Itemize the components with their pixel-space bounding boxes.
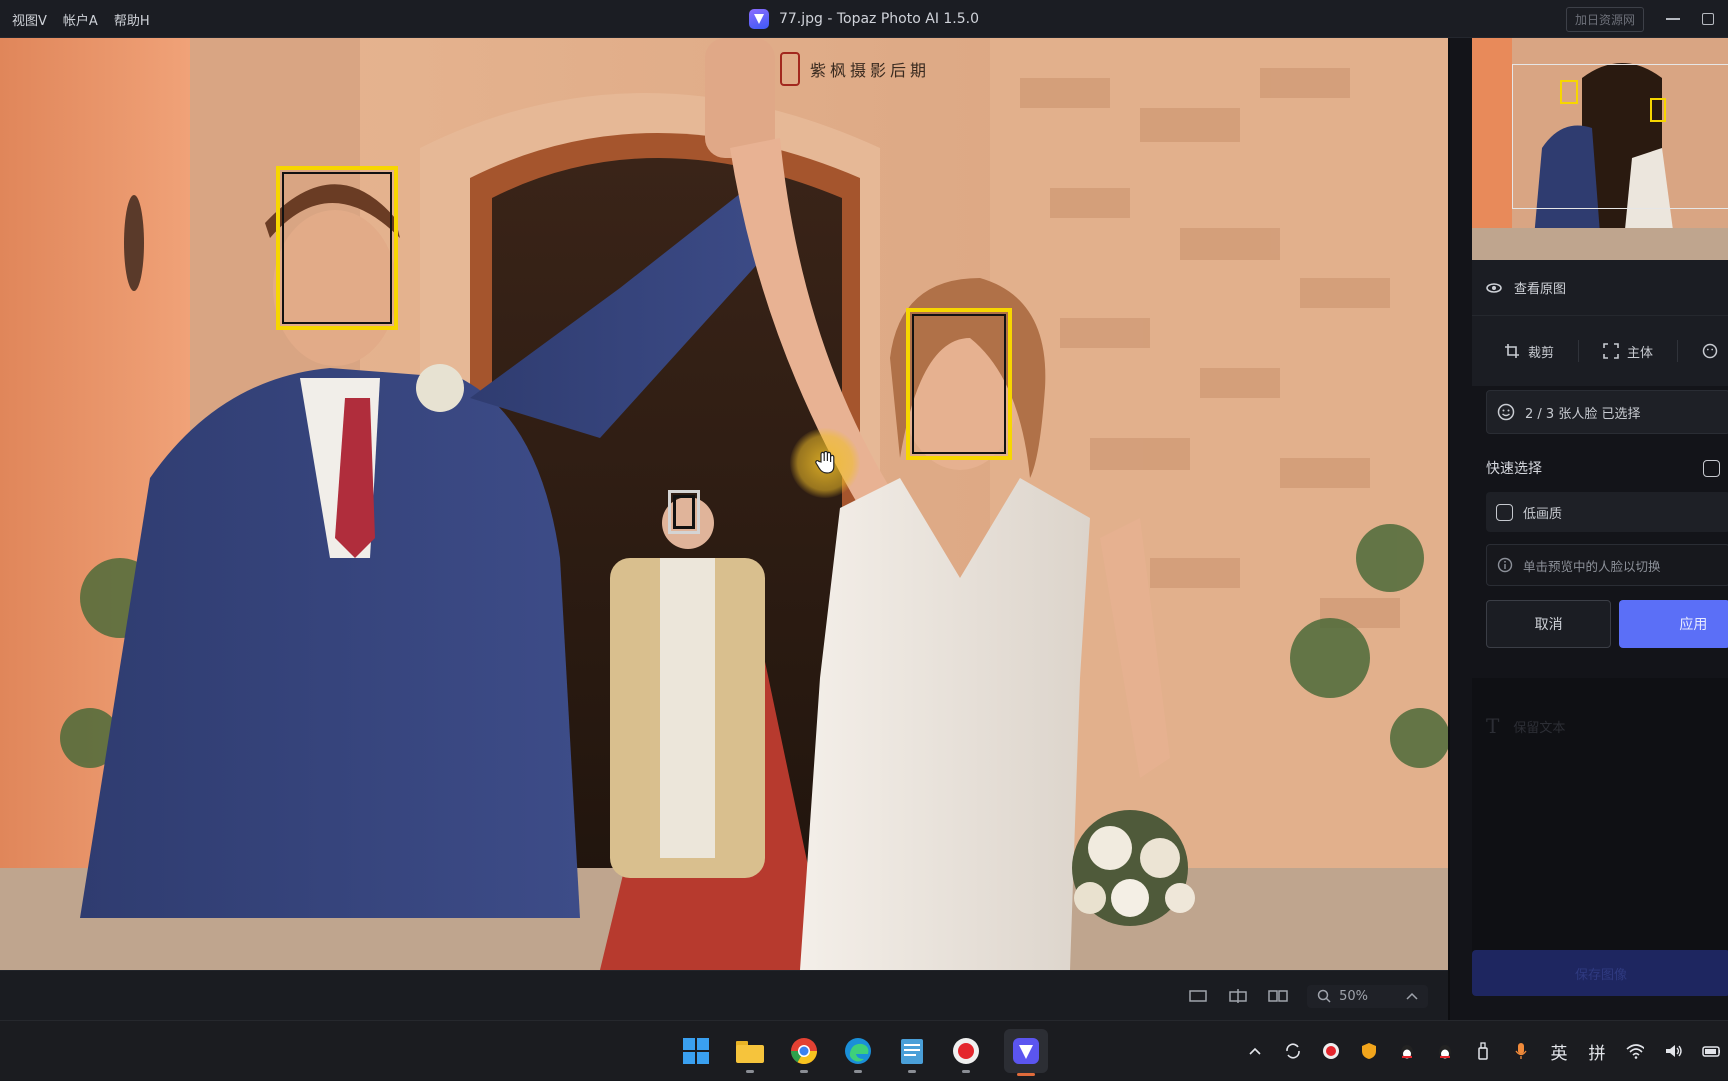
low-quality-label: 低画质	[1523, 506, 1563, 522]
zoom-control[interactable]: 50%	[1307, 984, 1428, 1008]
active-indicator	[1017, 1073, 1035, 1076]
running-indicator	[800, 1070, 808, 1073]
topaz-logo-icon	[748, 9, 769, 29]
preserve-text-option[interactable]: T 保留文本	[1486, 714, 1565, 738]
tab-crop[interactable]: 裁剪	[1498, 336, 1560, 367]
subject-frame-icon	[1603, 343, 1619, 359]
text-icon: T	[1486, 714, 1500, 738]
edge-icon[interactable]	[842, 1035, 874, 1073]
zoom-icon	[1317, 989, 1331, 1003]
minimize-icon[interactable]	[1666, 18, 1680, 20]
crop-icon	[1505, 344, 1519, 358]
chevron-up-icon[interactable]	[1246, 1042, 1264, 1060]
face-icon	[1702, 343, 1718, 359]
right-panel: 查看原图 裁剪 主体 2 / 3 张人脸 已选择 快速选择 低画质 单击预览中的…	[1448, 38, 1728, 1020]
shield-icon[interactable]	[1360, 1042, 1378, 1060]
save-image-button[interactable]: 保存图像	[1472, 950, 1728, 996]
system-tray: 英 拼	[1246, 1021, 1720, 1081]
quick-select-row: 快速选择	[1472, 438, 1728, 498]
running-indicator	[746, 1070, 754, 1073]
tab-subject-label: 主体	[1627, 345, 1654, 361]
face-selection-count: 2 / 3 张人脸 已选择	[1486, 390, 1728, 434]
apply-button[interactable]: 应用	[1619, 600, 1728, 648]
start-menu-icon[interactable]	[680, 1035, 712, 1067]
menu-help[interactable]: 帮助H	[114, 10, 150, 29]
info-icon	[1497, 557, 1513, 573]
seal-stamp-icon	[780, 52, 800, 86]
menu-bar: 视图V 帐户A 帮助H	[12, 0, 150, 38]
menu-account[interactable]: 帐户A	[63, 10, 98, 29]
title-bar: 视图V 帐户A 帮助H 77.jpg - Topaz Photo AI 1.5.…	[0, 0, 1728, 38]
usb-drive-icon[interactable]	[1474, 1042, 1492, 1060]
navigator-viewport[interactable]	[1512, 64, 1728, 209]
menu-view[interactable]: 视图V	[12, 10, 47, 29]
tab-face[interactable]	[1696, 337, 1724, 365]
face-box-bride[interactable]	[906, 308, 1012, 460]
photo-watermark-text: 紫枫摄影后期	[810, 61, 931, 80]
hand-cursor-icon	[790, 428, 860, 498]
running-indicator	[908, 1070, 916, 1073]
preview-canvas[interactable]: 紫枫摄影后期	[0, 38, 1448, 970]
quick-select-checkbox[interactable]	[1703, 459, 1720, 477]
wedding-photo	[0, 38, 1448, 970]
window-title-area: 77.jpg - Topaz Photo AI 1.5.0	[0, 0, 1728, 38]
view-original-label: 查看原图	[1514, 282, 1567, 297]
smiley-icon	[1497, 403, 1515, 421]
notepad-icon[interactable]	[896, 1035, 928, 1073]
low-quality-checkbox[interactable]	[1496, 503, 1513, 521]
tab-divider	[1578, 340, 1580, 362]
eye-icon	[1486, 282, 1502, 293]
taskbar: 英 拼	[0, 1020, 1728, 1080]
tool-tabs: 裁剪 主体	[1472, 316, 1728, 386]
battery-icon[interactable]	[1702, 1042, 1720, 1060]
face-box-priest[interactable]	[668, 490, 700, 534]
view-tools: 50%	[1187, 971, 1428, 1021]
hint-text: 单击预览中的人脸以切换	[1523, 558, 1661, 574]
view-original-toggle[interactable]: 查看原图	[1472, 260, 1728, 316]
view-toolbar: 50%	[0, 970, 1448, 1020]
qq-penguin-icon[interactable]	[1398, 1042, 1416, 1060]
chrome-icon[interactable]	[788, 1035, 820, 1073]
qq-penguin-icon[interactable]	[1436, 1042, 1454, 1060]
single-view-icon[interactable]	[1187, 985, 1209, 1007]
photo-watermark: 紫枫摄影后期	[780, 52, 930, 86]
topaz-photo-ai-window: 视图V 帐户A 帮助H 77.jpg - Topaz Photo AI 1.5.…	[0, 0, 1728, 1080]
cancel-button[interactable]: 取消	[1486, 600, 1612, 648]
screen-recorder-icon[interactable]	[950, 1035, 982, 1073]
tab-subject[interactable]: 主体	[1597, 336, 1659, 367]
ime-english-icon[interactable]: 英	[1550, 1042, 1568, 1064]
window-title: 77.jpg - Topaz Photo AI 1.5.0	[778, 11, 980, 27]
topaz-photo-ai-taskbar-icon[interactable]	[1004, 1029, 1048, 1076]
quick-select-label: 快速选择	[1486, 461, 1542, 477]
microphone-icon[interactable]	[1512, 1042, 1530, 1060]
wifi-icon[interactable]	[1626, 1042, 1644, 1060]
thumb-face-box-groom	[1560, 80, 1578, 104]
preserve-text-label: 保留文本	[1513, 720, 1566, 736]
face-count-text: 2 / 3 张人脸 已选择	[1525, 406, 1641, 422]
face-box-groom[interactable]	[276, 166, 398, 330]
disabled-tools-area: T 保留文本	[1472, 678, 1728, 958]
taskbar-apps	[680, 1021, 1048, 1081]
volume-icon[interactable]	[1664, 1042, 1682, 1060]
sync-icon[interactable]	[1284, 1042, 1302, 1060]
chevron-up-icon[interactable]	[1406, 992, 1418, 1000]
running-indicator	[962, 1070, 970, 1073]
zoom-level: 50%	[1339, 988, 1368, 1004]
tab-crop-label: 裁剪	[1528, 345, 1555, 361]
maximize-icon[interactable]	[1702, 13, 1714, 25]
low-quality-option[interactable]: 低画质	[1486, 492, 1728, 532]
running-indicator	[854, 1070, 862, 1073]
record-icon[interactable]	[1322, 1042, 1340, 1060]
ime-pinyin-icon[interactable]: 拼	[1588, 1042, 1606, 1064]
watermark-button[interactable]: 加日资源网	[1565, 6, 1644, 32]
tab-divider	[1677, 340, 1679, 362]
action-buttons: 取消 应用	[1486, 600, 1728, 670]
face-toggle-hint: 单击预览中的人脸以切换	[1486, 544, 1728, 586]
window-controls: 加日资源网	[1565, 0, 1728, 38]
split-view-icon[interactable]	[1227, 985, 1249, 1007]
thumb-face-box-bride	[1650, 98, 1666, 122]
file-explorer-icon[interactable]	[734, 1035, 766, 1073]
side-by-side-view-icon[interactable]	[1267, 985, 1289, 1007]
navigator-thumbnail[interactable]	[1472, 38, 1728, 260]
